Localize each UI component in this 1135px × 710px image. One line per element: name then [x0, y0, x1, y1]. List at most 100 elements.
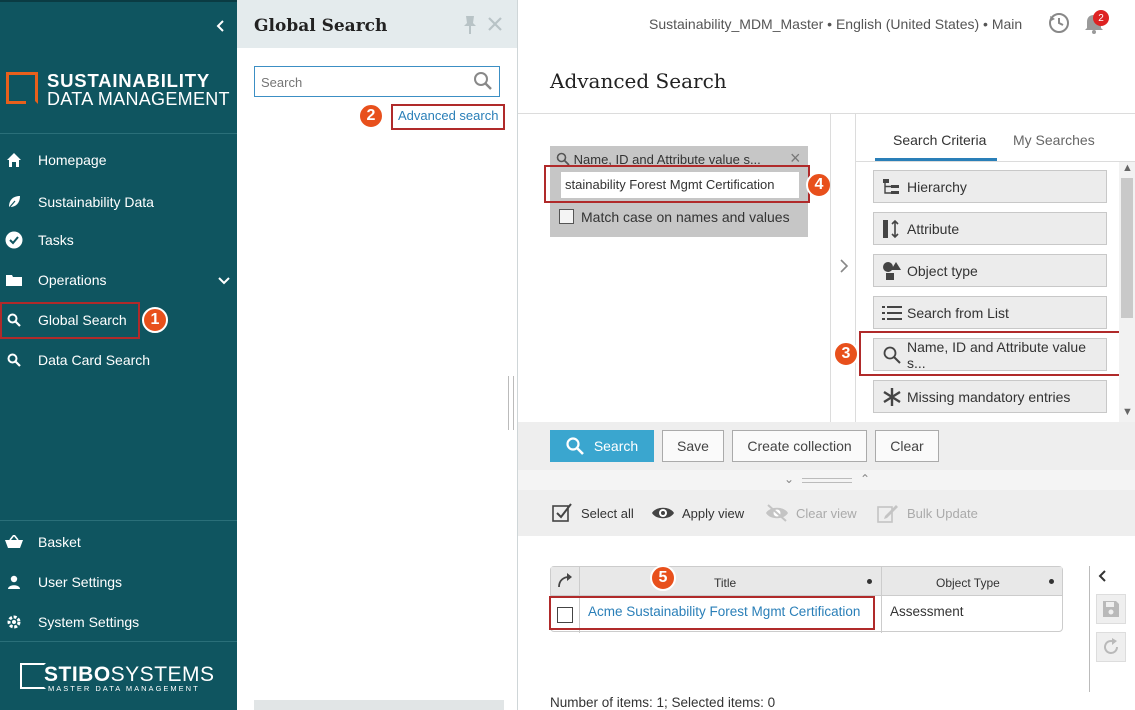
criteria-hierarchy-button[interactable]: Hierarchy: [873, 170, 1107, 203]
pane-splitter[interactable]: ⌄ ⌃: [518, 470, 1135, 490]
step-badge-2: 2: [358, 103, 384, 129]
sidebar-item-operations[interactable]: Operations: [0, 262, 237, 298]
collapse-sidebar-icon[interactable]: [214, 18, 226, 34]
stibo-tagline: MASTER DATA MANAGEMENT: [48, 684, 200, 693]
sidebar-item-label: Basket: [38, 534, 81, 550]
notifications-bell-icon[interactable]: 2: [1084, 10, 1109, 37]
main-area: Sustainability_MDM_Master • English (Uni…: [518, 0, 1135, 710]
highlight-box-result-row: [549, 596, 875, 630]
step-badge-3: 3: [833, 341, 859, 367]
check-circle-icon: [5, 231, 23, 249]
hierarchy-icon: [881, 176, 903, 198]
chevron-right-icon[interactable]: [839, 258, 849, 277]
save-icon[interactable]: [1096, 594, 1126, 624]
advanced-search-link[interactable]: Advanced search: [391, 104, 505, 130]
column-menu-icon[interactable]: [867, 579, 872, 584]
result-object-type: Assessment: [890, 604, 964, 619]
match-case-label: Match case on names and values: [581, 209, 790, 225]
tab-my-searches[interactable]: My Searches: [1013, 132, 1095, 148]
scroll-up-icon[interactable]: ▲: [1122, 162, 1133, 174]
criteria-button-label: Missing mandatory entries: [907, 388, 1071, 405]
global-search-field[interactable]: [254, 66, 500, 97]
scrollbar-thumb[interactable]: [1121, 178, 1133, 318]
tab-search-criteria[interactable]: Search Criteria: [893, 132, 986, 148]
create-collection-button[interactable]: Create collection: [732, 430, 867, 462]
sidebar-divider: [0, 133, 237, 134]
sidebar-item-label: Operations: [38, 272, 107, 288]
criteria-search-from-list-button[interactable]: Search from List: [873, 296, 1107, 329]
column-menu-icon[interactable]: [1049, 579, 1054, 584]
attribute-icon: [881, 218, 903, 240]
scroll-down-icon[interactable]: ▼: [1122, 406, 1133, 418]
highlight-box-criterion-value: [544, 165, 810, 203]
refresh-arrow-icon[interactable]: [556, 573, 574, 592]
clear-view-label: Clear view: [796, 505, 857, 521]
bulk-update-label: Bulk Update: [907, 505, 978, 521]
revert-icon[interactable]: [1096, 632, 1126, 662]
chevron-up-icon[interactable]: ⌃: [860, 472, 870, 486]
highlight-box-global-search: [0, 302, 140, 339]
page-title: Advanced Search: [550, 69, 727, 93]
search-action-bar: Search Save Create collection Clear: [518, 422, 1135, 470]
step-badge-5: 5: [650, 565, 676, 591]
bulk-update-button[interactable]: Bulk Update: [876, 503, 978, 523]
stibo-logo: STIBOSYSTEMS MASTER DATA MANAGEMENT: [20, 663, 220, 693]
clear-button[interactable]: Clear: [875, 430, 939, 462]
criteria-attribute-button[interactable]: Attribute: [873, 212, 1107, 245]
apply-view-button[interactable]: Apply view: [651, 503, 744, 523]
sidebar-item-user-settings[interactable]: User Settings: [0, 564, 237, 600]
stibo-wordmark-bold: STIBO: [44, 663, 111, 686]
sidebar-top-strip: [0, 0, 237, 2]
divider: [518, 113, 1135, 114]
sidebar-item-homepage[interactable]: Homepage: [0, 142, 237, 178]
list-icon: [881, 302, 903, 324]
search-button[interactable]: Search: [550, 430, 654, 462]
gear-icon: [5, 613, 23, 631]
sidebar-item-label: User Settings: [38, 574, 123, 590]
leaf-icon: [5, 193, 23, 211]
results-toolbar: Select all Apply view Clear view Bulk Up…: [518, 490, 1135, 536]
search-button-label: Search: [593, 438, 639, 454]
highlight-box-name-id-criteria: [859, 331, 1124, 376]
criteria-object-type-button[interactable]: Object type: [873, 254, 1107, 287]
column-header-object-type[interactable]: Object Type: [936, 576, 1000, 590]
workspace-context[interactable]: Sustainability_MDM_Master • English (Uni…: [649, 16, 1022, 32]
tab-bar-baseline: [855, 161, 1135, 162]
clear-view-button[interactable]: Clear view: [765, 503, 857, 523]
column-header-title[interactable]: Title: [714, 576, 736, 590]
checkbox-checked-icon: [550, 503, 574, 523]
sidebar-item-label: Data Card Search: [38, 352, 151, 368]
criteria-missing-mandatory-button[interactable]: Missing mandatory entries: [873, 380, 1107, 413]
results-summary: Number of items: 1; Selected items: 0: [550, 695, 776, 710]
sidebar-item-basket[interactable]: Basket: [0, 524, 237, 560]
splitter-grip[interactable]: [802, 478, 852, 483]
sidebar-item-data-card-search[interactable]: Data Card Search: [0, 342, 237, 378]
eye-icon: [651, 503, 675, 523]
basket-icon: [5, 533, 23, 551]
sidebar-item-system-settings[interactable]: System Settings: [0, 604, 237, 640]
panel-resize-handle[interactable]: [508, 376, 514, 430]
search-icon[interactable]: [473, 71, 493, 94]
chevron-down-icon[interactable]: [218, 272, 230, 288]
match-case-checkbox[interactable]: [559, 209, 574, 224]
chevron-down-icon[interactable]: ⌄: [784, 472, 794, 486]
save-button[interactable]: Save: [662, 430, 724, 462]
global-search-input[interactable]: [261, 72, 461, 92]
select-all-button[interactable]: Select all: [550, 503, 634, 523]
history-icon[interactable]: [1048, 12, 1070, 37]
search-icon: [5, 351, 23, 369]
criteria-button-label: Attribute: [907, 220, 960, 237]
criteria-scrollbar[interactable]: ▲ ▼: [1119, 162, 1135, 422]
folder-icon: [5, 271, 23, 289]
sidebar-item-sustainability-data[interactable]: Sustainability Data: [0, 184, 237, 220]
global-search-header: Global Search: [237, 0, 517, 48]
pin-icon[interactable]: [463, 16, 477, 37]
eye-slash-icon: [765, 503, 789, 523]
sidebar-item-label: Sustainability Data: [38, 194, 154, 210]
sidebar-divider: [0, 520, 237, 521]
panel-horizontal-scrollbar[interactable]: [254, 700, 504, 710]
brand-line-2: DATA MANAGEMENT: [47, 89, 230, 109]
sidebar-item-tasks[interactable]: Tasks: [0, 222, 237, 258]
close-icon[interactable]: [487, 16, 503, 35]
chevron-left-icon[interactable]: [1096, 568, 1108, 587]
